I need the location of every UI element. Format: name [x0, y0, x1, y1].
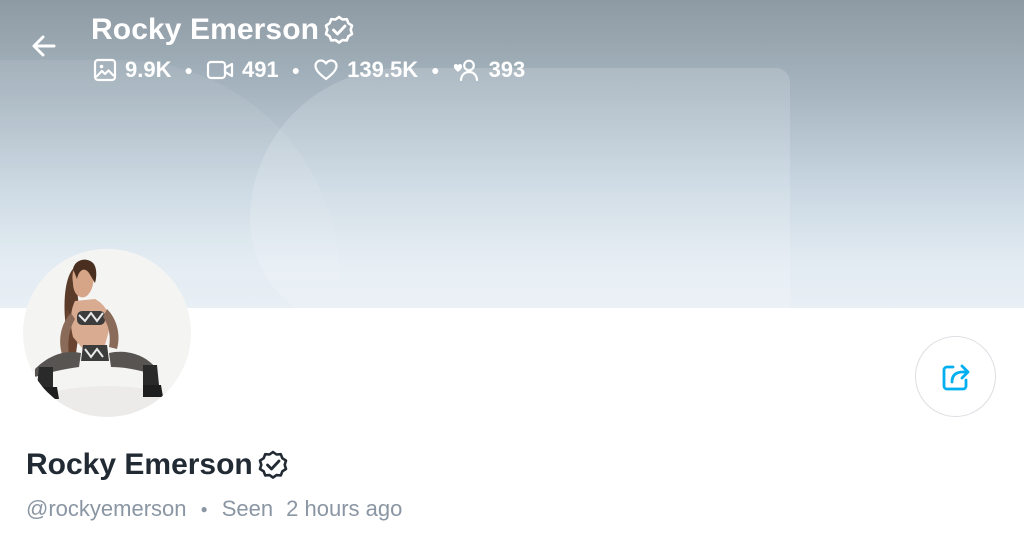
separator-dot: ●: [431, 62, 440, 78]
separator-dot: ●: [291, 62, 301, 78]
header-title: Rocky Emerson: [91, 12, 355, 48]
header-name: Rocky Emerson: [91, 13, 320, 46]
heart-icon: [314, 59, 338, 81]
likes-stat: 139.5K: [313, 57, 418, 83]
avatar[interactable]: [23, 249, 191, 417]
avatar-photo: [23, 249, 191, 417]
share-icon: [942, 364, 969, 390]
photos-stat: 9.9K: [93, 57, 171, 83]
videos-count: 491: [241, 57, 279, 82]
user-heart-icon: [453, 59, 478, 82]
profile-name: Rocky Emerson: [26, 448, 253, 481]
separator-dot: ●: [200, 502, 208, 516]
verified-badge-icon: [324, 15, 354, 44]
likes-count: 139.5K: [347, 57, 419, 82]
header-stats: 9.9K ● 491 ● 139.5K ● 393: [93, 56, 525, 84]
profile-handle: @rockyemerson: [26, 496, 187, 521]
arrow-left-icon: [32, 35, 56, 57]
profile-meta: @rockyemerson ● Seen 2 hours ago: [26, 494, 402, 524]
verified-badge-icon: [258, 450, 288, 479]
banner-decoration: [250, 68, 790, 308]
profile-title: Rocky Emerson: [26, 446, 289, 484]
image-icon: [93, 58, 117, 82]
photos-count: 9.9K: [125, 57, 172, 82]
share-button[interactable]: [915, 336, 996, 417]
seen-time: 2 hours ago: [286, 496, 403, 521]
videos-stat: 491: [206, 57, 279, 83]
separator-dot: ●: [184, 62, 193, 78]
seen-label: Seen: [221, 496, 274, 521]
fans-count: 393: [488, 57, 526, 82]
fans-stat: 393: [453, 57, 526, 83]
back-button[interactable]: [24, 26, 64, 66]
video-icon: [206, 60, 234, 80]
